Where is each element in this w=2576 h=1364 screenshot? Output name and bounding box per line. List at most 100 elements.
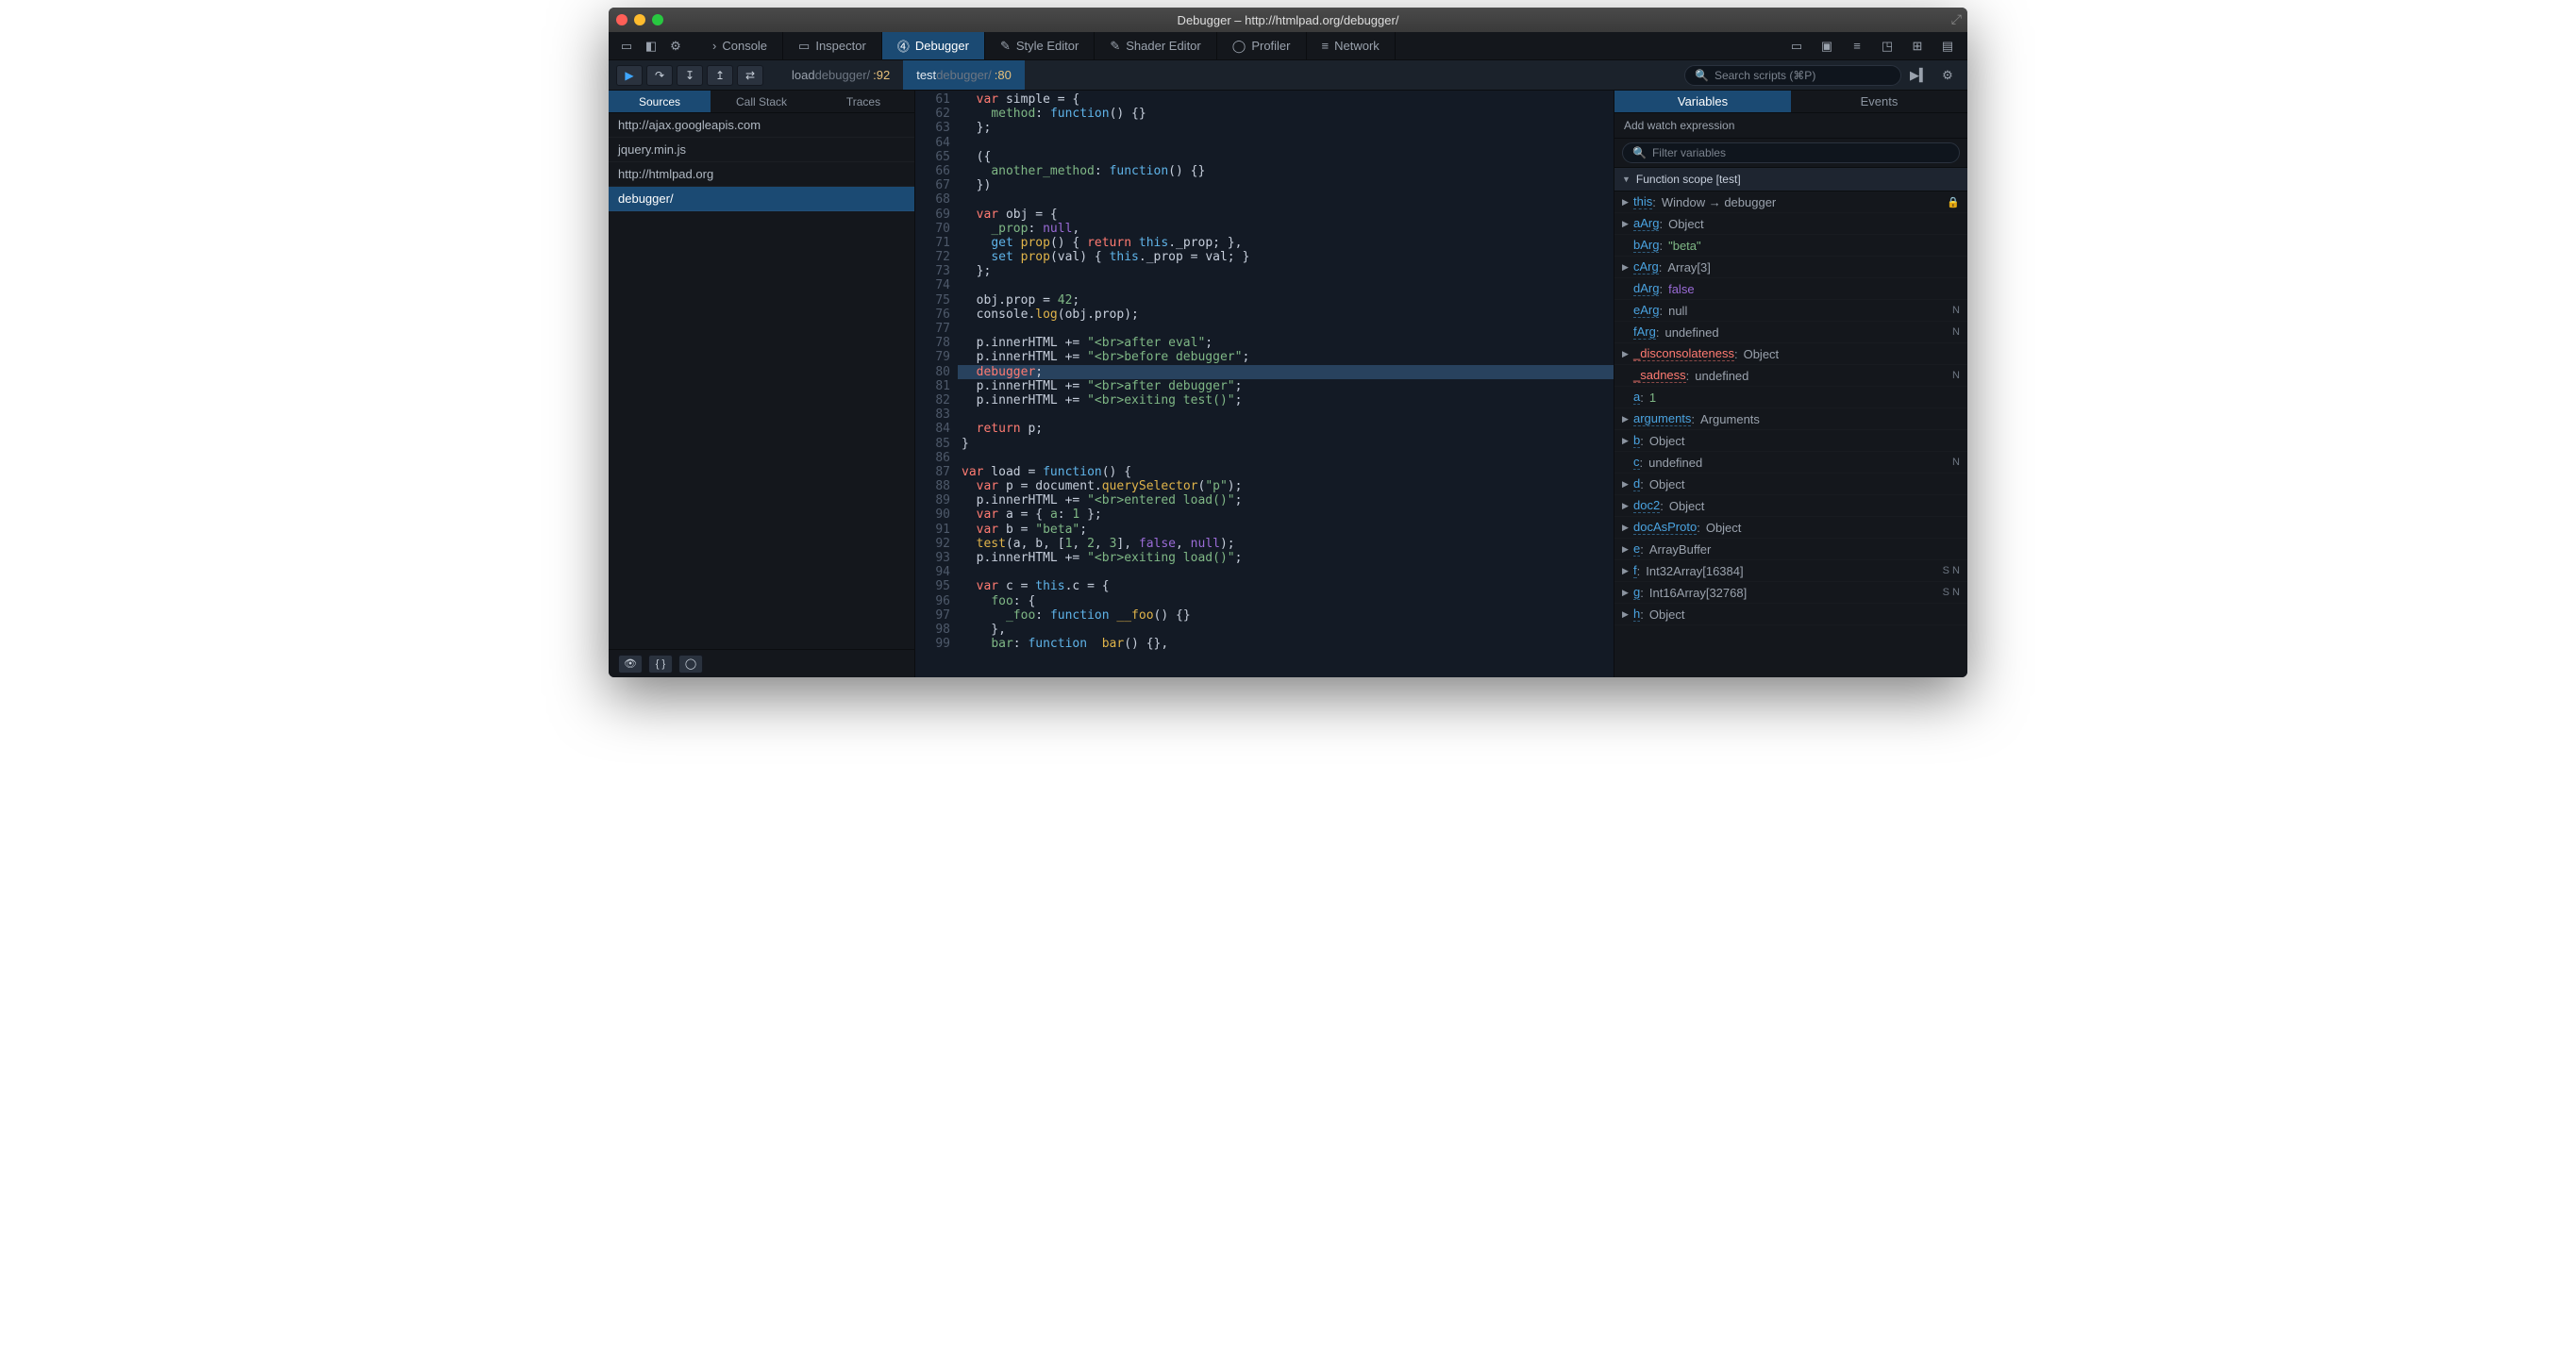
close-window-button[interactable]: [616, 14, 627, 25]
scope-header[interactable]: ▼ Function scope [test]: [1614, 168, 1967, 191]
stack-frame[interactable]: test debugger/:80: [903, 60, 1025, 90]
tool-tab-profiler[interactable]: ◯Profiler: [1217, 32, 1307, 59]
tool-tab-console[interactable]: ›Console: [694, 32, 783, 59]
code-line[interactable]: return p;: [958, 422, 1614, 436]
step-in-button[interactable]: ↧: [677, 65, 703, 86]
code-line[interactable]: [958, 278, 1614, 292]
code-line[interactable]: p.innerHTML += "<br>before debugger";: [958, 350, 1614, 364]
variable-row[interactable]: ▶b:Object: [1614, 430, 1967, 452]
code-line[interactable]: var c = this.c = {: [958, 579, 1614, 593]
code-line[interactable]: };: [958, 264, 1614, 278]
step-over-button[interactable]: ↷: [646, 65, 673, 86]
tool-tab-shader-editor[interactable]: ✎Shader Editor: [1095, 32, 1216, 59]
code-line[interactable]: [958, 192, 1614, 207]
code-line[interactable]: console.log(obj.prop);: [958, 308, 1614, 322]
code-line[interactable]: [958, 136, 1614, 150]
variable-row[interactable]: ▶arguments:Arguments: [1614, 408, 1967, 430]
watch-eye-icon[interactable]: 👁: [618, 655, 643, 674]
variable-row[interactable]: dArg:false: [1614, 278, 1967, 300]
sidebar-tab-sources[interactable]: Sources: [609, 91, 711, 113]
variable-row[interactable]: ▶this:Window → debugger🔒: [1614, 191, 1967, 213]
code-line[interactable]: _foo: function __foo() {}: [958, 608, 1614, 623]
prettyprint-braces-icon[interactable]: { }: [648, 655, 673, 674]
code-line[interactable]: var load = function() {: [958, 465, 1614, 479]
source-item[interactable]: jquery.min.js: [609, 138, 914, 162]
add-watch-expression[interactable]: Add watch expression: [1614, 113, 1967, 139]
code-line[interactable]: _prop: null,: [958, 222, 1614, 236]
code-line[interactable]: debugger;: [958, 365, 1614, 379]
variable-row[interactable]: ▶f:Int32Array[16384]S N: [1614, 560, 1967, 582]
toggle-pane-button[interactable]: ▶▍: [1909, 66, 1930, 85]
variable-row[interactable]: ▶cArg:Array[3]: [1614, 257, 1967, 278]
options-gear-icon[interactable]: ⚙: [665, 37, 686, 56]
variable-row[interactable]: ▶d:Object: [1614, 474, 1967, 495]
code-editor[interactable]: 6162636465666768697071727374757677787980…: [915, 91, 1614, 677]
responsive-mode-icon[interactable]: ▣: [1816, 37, 1837, 56]
code-line[interactable]: };: [958, 121, 1614, 135]
code-line[interactable]: var p = document.querySelector("p");: [958, 479, 1614, 493]
toggle-breakpoints-button[interactable]: ⇄: [737, 65, 763, 86]
code-line[interactable]: [958, 565, 1614, 579]
code-line[interactable]: p.innerHTML += "<br>exiting test()";: [958, 393, 1614, 408]
variable-row[interactable]: bArg:"beta": [1614, 235, 1967, 257]
split-console-icon[interactable]: ▭: [1786, 37, 1807, 56]
variable-row[interactable]: fArg:undefinedN: [1614, 322, 1967, 343]
code-line[interactable]: test(a, b, [1, 2, 3], false, null);: [958, 537, 1614, 551]
code-line[interactable]: var obj = {: [958, 208, 1614, 222]
maximize-icon[interactable]: ⤢: [1951, 11, 1962, 27]
varpanel-tab-variables[interactable]: Variables: [1614, 91, 1791, 113]
stack-frame[interactable]: load debugger/:92: [778, 60, 903, 90]
code-line[interactable]: p.innerHTML += "<br>after eval";: [958, 336, 1614, 350]
sidebar-tab-traces[interactable]: Traces: [812, 91, 914, 113]
code-line[interactable]: obj.prop = 42;: [958, 293, 1614, 308]
performance-icon[interactable]: ⊞: [1907, 37, 1928, 56]
code-line[interactable]: [958, 408, 1614, 422]
variable-row[interactable]: ▶doc2:Object: [1614, 495, 1967, 517]
tool-tab-network[interactable]: ≡Network: [1307, 32, 1396, 59]
variable-row[interactable]: a:1: [1614, 387, 1967, 408]
variable-row[interactable]: eArg:nullN: [1614, 300, 1967, 322]
tool-tab-style-editor[interactable]: ✎Style Editor: [985, 32, 1095, 59]
variable-row[interactable]: c:undefinedN: [1614, 452, 1967, 474]
variable-row[interactable]: _sadness:undefinedN: [1614, 365, 1967, 387]
dock-bottom-icon[interactable]: ◧: [641, 37, 661, 56]
tool-tab-debugger[interactable]: ⓸Debugger: [882, 32, 985, 59]
varpanel-tab-events[interactable]: Events: [1791, 91, 1967, 113]
code-line[interactable]: set prop(val) { this._prop = val; }: [958, 250, 1614, 264]
code-line[interactable]: }: [958, 437, 1614, 451]
resume-button[interactable]: ▶: [616, 65, 643, 86]
code-line[interactable]: p.innerHTML += "<br>entered load()";: [958, 493, 1614, 507]
code-line[interactable]: bar: function bar() {},: [958, 637, 1614, 651]
search-scripts-input[interactable]: 🔍 Search scripts (⌘P): [1684, 65, 1901, 86]
variable-row[interactable]: ▶docAsProto:Object: [1614, 517, 1967, 539]
code-line[interactable]: ({: [958, 150, 1614, 164]
code-line[interactable]: p.innerHTML += "<br>exiting load()";: [958, 551, 1614, 565]
filter-variables-input[interactable]: 🔍 Filter variables: [1622, 142, 1960, 163]
code-line[interactable]: get prop() { return this._prop; },: [958, 236, 1614, 250]
code-line[interactable]: },: [958, 623, 1614, 637]
source-item[interactable]: http://ajax.googleapis.com: [609, 113, 914, 138]
variable-row[interactable]: ▶e:ArrayBuffer: [1614, 539, 1967, 560]
dock-side-icon[interactable]: ▭: [616, 37, 637, 56]
tool-tab-inspector[interactable]: ▭Inspector: [783, 32, 882, 59]
code-line[interactable]: }): [958, 178, 1614, 192]
step-out-button[interactable]: ↥: [707, 65, 733, 86]
debugger-settings-gear-icon[interactable]: ⚙: [1937, 66, 1958, 85]
toolbox-icon[interactable]: ▤: [1937, 37, 1958, 56]
variable-row[interactable]: ▶g:Int16Array[32768]S N: [1614, 582, 1967, 604]
code-line[interactable]: [958, 451, 1614, 465]
code-line[interactable]: foo: {: [958, 594, 1614, 608]
code-line[interactable]: var b = "beta";: [958, 523, 1614, 537]
zoom-window-button[interactable]: [652, 14, 663, 25]
paintbrush-icon[interactable]: ≡: [1847, 37, 1867, 56]
blackbox-circle-icon[interactable]: ◯: [678, 655, 703, 674]
variable-row[interactable]: ▶_disconsolateness:Object: [1614, 343, 1967, 365]
variable-row[interactable]: ▶aArg:Object: [1614, 213, 1967, 235]
minimize-window-button[interactable]: [634, 14, 645, 25]
source-item[interactable]: debugger/: [609, 187, 914, 211]
source-item[interactable]: http://htmlpad.org: [609, 162, 914, 187]
code-line[interactable]: [958, 322, 1614, 336]
code-line[interactable]: method: function() {}: [958, 107, 1614, 121]
sidebar-tab-call-stack[interactable]: Call Stack: [711, 91, 812, 113]
code-line[interactable]: var a = { a: 1 };: [958, 507, 1614, 522]
